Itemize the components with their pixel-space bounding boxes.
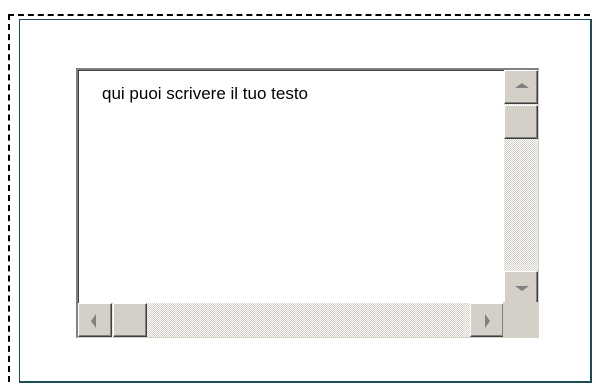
horizontal-scroll-thumb[interactable] xyxy=(113,303,147,337)
scroll-left-button[interactable] xyxy=(78,303,112,337)
arrow-right-icon xyxy=(485,314,490,328)
scroll-up-button[interactable] xyxy=(504,70,538,104)
horizontal-scrollbar[interactable] xyxy=(78,303,504,337)
text-area-content[interactable]: qui puoi scrivere il tuo testo xyxy=(102,84,308,104)
vertical-scrollbar[interactable] xyxy=(504,70,538,305)
scrollbar-corner xyxy=(503,302,538,337)
scroll-down-button[interactable] xyxy=(504,271,538,305)
text-area[interactable]: qui puoi scrivere il tuo testo xyxy=(76,68,539,338)
arrow-up-icon xyxy=(515,83,529,88)
arrow-down-icon xyxy=(515,286,529,291)
arrow-left-icon xyxy=(91,314,96,328)
vertical-scroll-thumb[interactable] xyxy=(504,105,538,139)
scroll-right-button[interactable] xyxy=(470,303,504,337)
